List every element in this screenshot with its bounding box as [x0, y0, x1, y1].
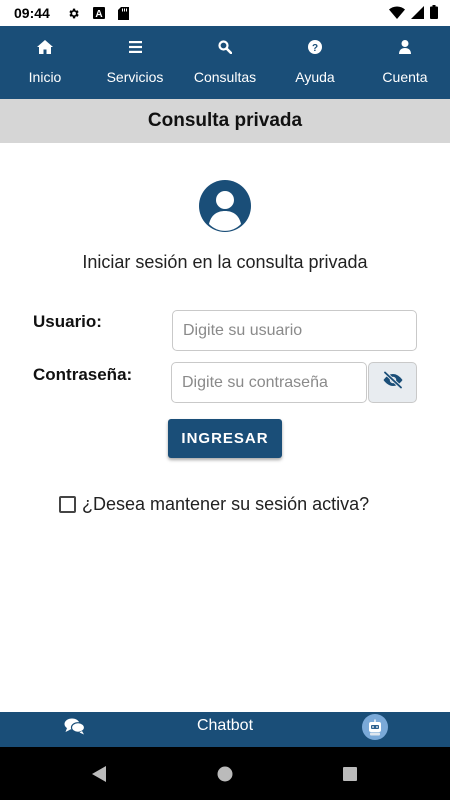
battery-icon — [430, 5, 438, 22]
password-label: Contraseña: — [33, 365, 133, 384]
nav-item-ayuda[interactable]: ? Ayuda — [270, 26, 360, 99]
android-navigation-bar — [0, 747, 450, 800]
home-circle-icon[interactable] — [216, 765, 234, 783]
nav-item-cuenta[interactable]: Cuenta — [360, 26, 450, 99]
nav-item-label: Consultas — [193, 69, 257, 85]
nav-item-label: Cuenta — [382, 69, 428, 85]
login-submit-button[interactable]: INGRESAR — [168, 419, 282, 458]
top-navigation: Inicio Servicios Consultas ? Ayuda Cuent… — [0, 26, 450, 99]
keep-session-checkbox[interactable] — [59, 496, 76, 513]
nav-item-label: Ayuda — [295, 69, 335, 85]
user-avatar-icon — [199, 180, 251, 232]
home-icon — [36, 38, 54, 56]
nav-item-label: Inicio — [28, 69, 62, 85]
menu-icon — [126, 38, 144, 56]
username-label: Usuario: — [33, 312, 102, 331]
status-time: 09:44 — [14, 5, 50, 21]
svg-text:?: ? — [312, 43, 318, 54]
chatbot-bar[interactable]: Chatbot — [0, 712, 450, 747]
svg-text:A: A — [95, 9, 102, 19]
font-a-icon: A — [92, 6, 106, 20]
password-input[interactable] — [171, 362, 367, 403]
back-icon[interactable] — [90, 765, 108, 783]
wifi-icon — [389, 5, 405, 22]
nav-item-inicio[interactable]: Inicio — [0, 26, 90, 99]
nav-item-consultas[interactable]: Consultas — [180, 26, 270, 99]
keep-session-option[interactable]: ¿Desea mantener su sesión activa? — [59, 494, 369, 515]
keep-session-label: ¿Desea mantener su sesión activa? — [82, 494, 370, 514]
page-title: Consulta privada — [0, 99, 450, 143]
nav-item-label: Servicios — [106, 69, 164, 85]
nav-item-servicios[interactable]: Servicios — [90, 26, 180, 99]
eye-slash-icon — [381, 371, 405, 394]
recents-icon[interactable] — [341, 765, 359, 783]
help-icon: ? — [306, 38, 324, 56]
robot-avatar-icon[interactable] — [362, 714, 388, 740]
signal-icon — [411, 5, 424, 22]
toggle-password-visibility-button[interactable] — [368, 362, 417, 403]
gear-icon — [66, 6, 80, 20]
search-icon — [216, 38, 234, 56]
username-input[interactable] — [172, 310, 417, 351]
status-bar: 09:44 A — [0, 0, 450, 26]
user-icon — [396, 38, 414, 56]
page-subtitle: Iniciar sesión en la consulta privada — [82, 252, 368, 272]
sd-card-icon — [116, 6, 130, 20]
